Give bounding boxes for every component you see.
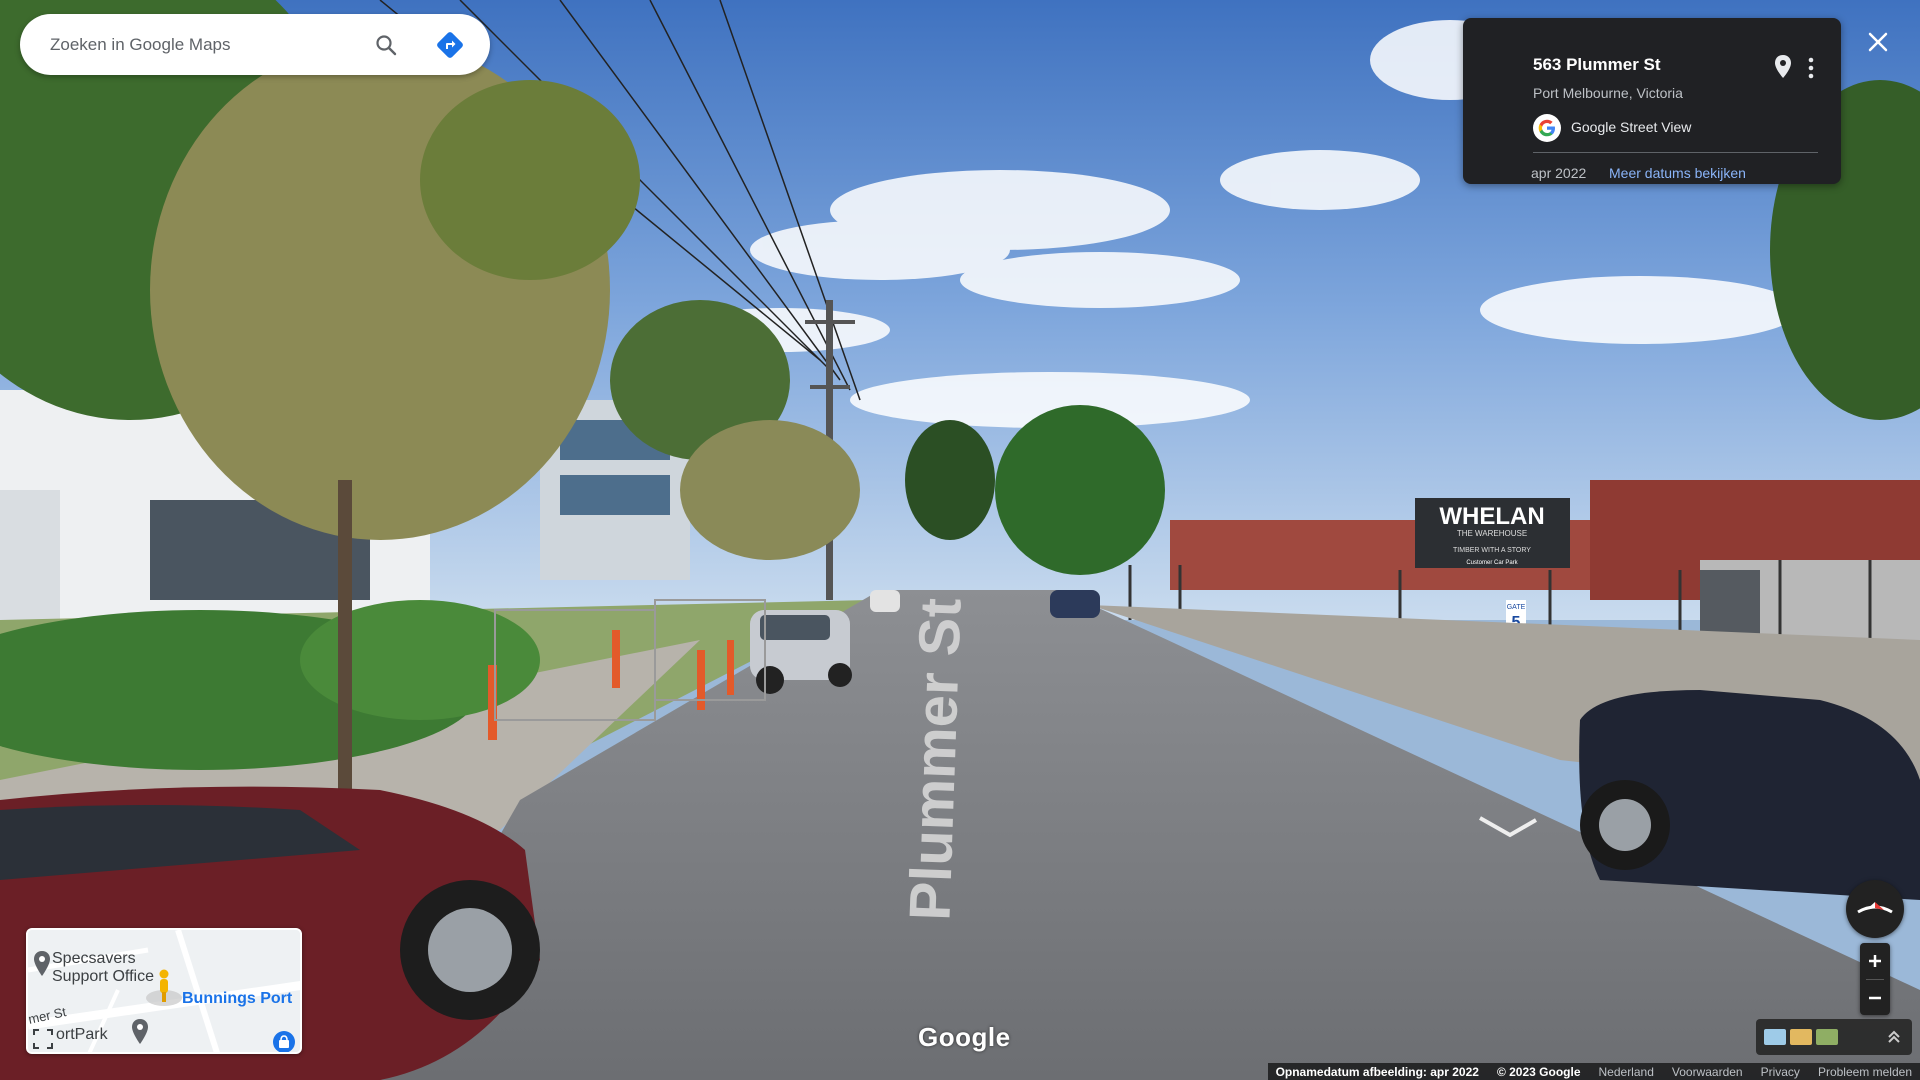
- more-options-button[interactable]: [1799, 54, 1823, 82]
- footer-capture-date: Opnamedatum afbeelding: apr 2022: [1275, 1064, 1479, 1079]
- search-button[interactable]: [366, 25, 406, 65]
- footer-terms-link[interactable]: Voorwaarden: [1672, 1065, 1743, 1079]
- minus-icon: [1869, 996, 1881, 1000]
- mini-map-label-portpark: ortPark: [56, 1026, 108, 1043]
- portpark-pin-icon: [132, 1019, 148, 1044]
- whelan-sign-sub3: Customer Car Park: [1466, 560, 1518, 566]
- search-box[interactable]: Zoeken in Google Maps: [20, 14, 490, 75]
- whelan-sign-sub2: TIMBER WITH A STORY: [1453, 547, 1531, 554]
- layer-terrain-thumbnail[interactable]: [1790, 1029, 1812, 1045]
- google-watermark: Google: [918, 1022, 1011, 1052]
- pegman-icon: [146, 969, 182, 1006]
- shopping-bag-pin-icon: [273, 1031, 295, 1052]
- plus-icon: [1869, 955, 1881, 967]
- street-name-label: Plummer St: [897, 597, 973, 921]
- more-vert-icon: [1808, 57, 1814, 79]
- compass-icon: [1857, 902, 1893, 914]
- layer-map-thumbnail[interactable]: [1764, 1029, 1786, 1045]
- footer-copyright: © 2023 Google: [1496, 1064, 1581, 1079]
- address-title: 563 Plummer St: [1533, 55, 1661, 74]
- imagery-source: Google Street View: [1571, 119, 1692, 135]
- address-locality: Port Melbourne, Victoria: [1533, 85, 1683, 101]
- whelan-sign-sub1: THE WAREHOUSE: [1457, 529, 1527, 538]
- footer-bar: Opnamedatum afbeelding: apr 2022 © 2023 …: [1267, 1063, 1920, 1080]
- location-info-card: 563 Plummer St Port Melbourne, Victoria …: [1463, 18, 1841, 184]
- compass-button[interactable]: [1846, 880, 1904, 938]
- close-button[interactable]: [1860, 24, 1896, 60]
- see-more-dates-link[interactable]: Meer datums bekijken: [1609, 165, 1746, 181]
- footer-country-link[interactable]: Nederland: [1599, 1065, 1654, 1079]
- mini-map[interactable]: Specsavers Support Office Bunnings Port …: [26, 928, 302, 1054]
- expand-icon[interactable]: [1886, 1029, 1902, 1045]
- directions-icon: [437, 31, 463, 58]
- mini-map-label-specsavers-office: Support Office: [52, 968, 154, 985]
- pin-icon: [1775, 55, 1791, 78]
- fullscreen-icon[interactable]: [32, 1028, 54, 1050]
- zoom-controls: [1860, 943, 1890, 1015]
- capture-date: apr 2022: [1531, 165, 1587, 181]
- directions-button[interactable]: [430, 25, 470, 65]
- mini-map-label-bunnings: Bunnings Port: [182, 990, 293, 1007]
- gate-sign-label: GATE: [1507, 604, 1526, 611]
- mini-map-label-specsavers: Specsavers: [52, 950, 136, 967]
- place-pin-icon: [34, 951, 50, 976]
- layers-switcher: [1756, 1019, 1912, 1055]
- footer-report-link[interactable]: Probleem melden: [1818, 1065, 1912, 1079]
- search-icon: [376, 34, 397, 55]
- google-g-icon: [1533, 114, 1561, 142]
- footer-privacy-link[interactable]: Privacy: [1761, 1065, 1800, 1079]
- zoom-in-button[interactable]: [1860, 943, 1890, 979]
- zoom-out-button[interactable]: [1860, 980, 1890, 1016]
- card-divider: [1533, 152, 1818, 153]
- whelan-sign-title: WHELAN: [1439, 503, 1544, 530]
- search-input[interactable]: Zoeken in Google Maps: [50, 35, 366, 55]
- layer-satellite-thumbnail[interactable]: [1816, 1029, 1838, 1045]
- pin-button[interactable]: [1773, 54, 1797, 82]
- close-icon: [1868, 32, 1888, 52]
